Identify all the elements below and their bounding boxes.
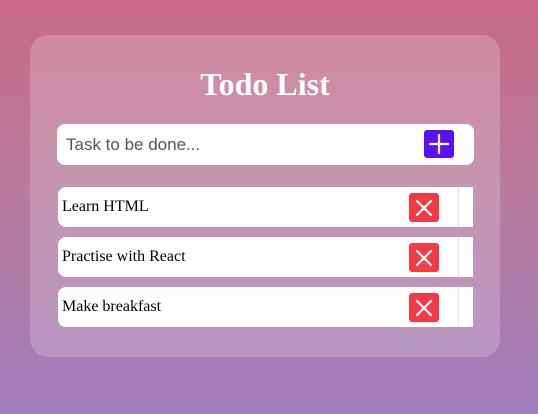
todo-card: Todo List Learn HTML Practise with React xyxy=(30,35,500,357)
delete-task-button[interactable] xyxy=(409,193,439,222)
item-divider xyxy=(458,287,459,327)
task-item: Make breakfast xyxy=(58,287,473,327)
task-list: Learn HTML Practise with React Make brea… xyxy=(58,187,473,337)
task-item: Practise with React xyxy=(58,237,473,277)
add-task-button[interactable] xyxy=(424,130,454,158)
task-text: Practise with React xyxy=(62,248,186,265)
delete-task-button[interactable] xyxy=(409,243,439,272)
task-text: Make breakfast xyxy=(62,298,162,315)
new-task-form xyxy=(57,124,474,165)
close-icon xyxy=(415,249,433,266)
item-divider xyxy=(458,187,459,227)
plus-icon xyxy=(429,134,449,154)
close-icon xyxy=(415,299,433,316)
task-text: Learn HTML xyxy=(62,198,149,215)
page-title: Todo List xyxy=(200,66,330,102)
delete-task-button[interactable] xyxy=(409,293,439,322)
close-icon xyxy=(415,199,433,216)
task-input[interactable] xyxy=(66,124,416,165)
task-item: Learn HTML xyxy=(58,187,473,227)
item-divider xyxy=(458,237,459,277)
